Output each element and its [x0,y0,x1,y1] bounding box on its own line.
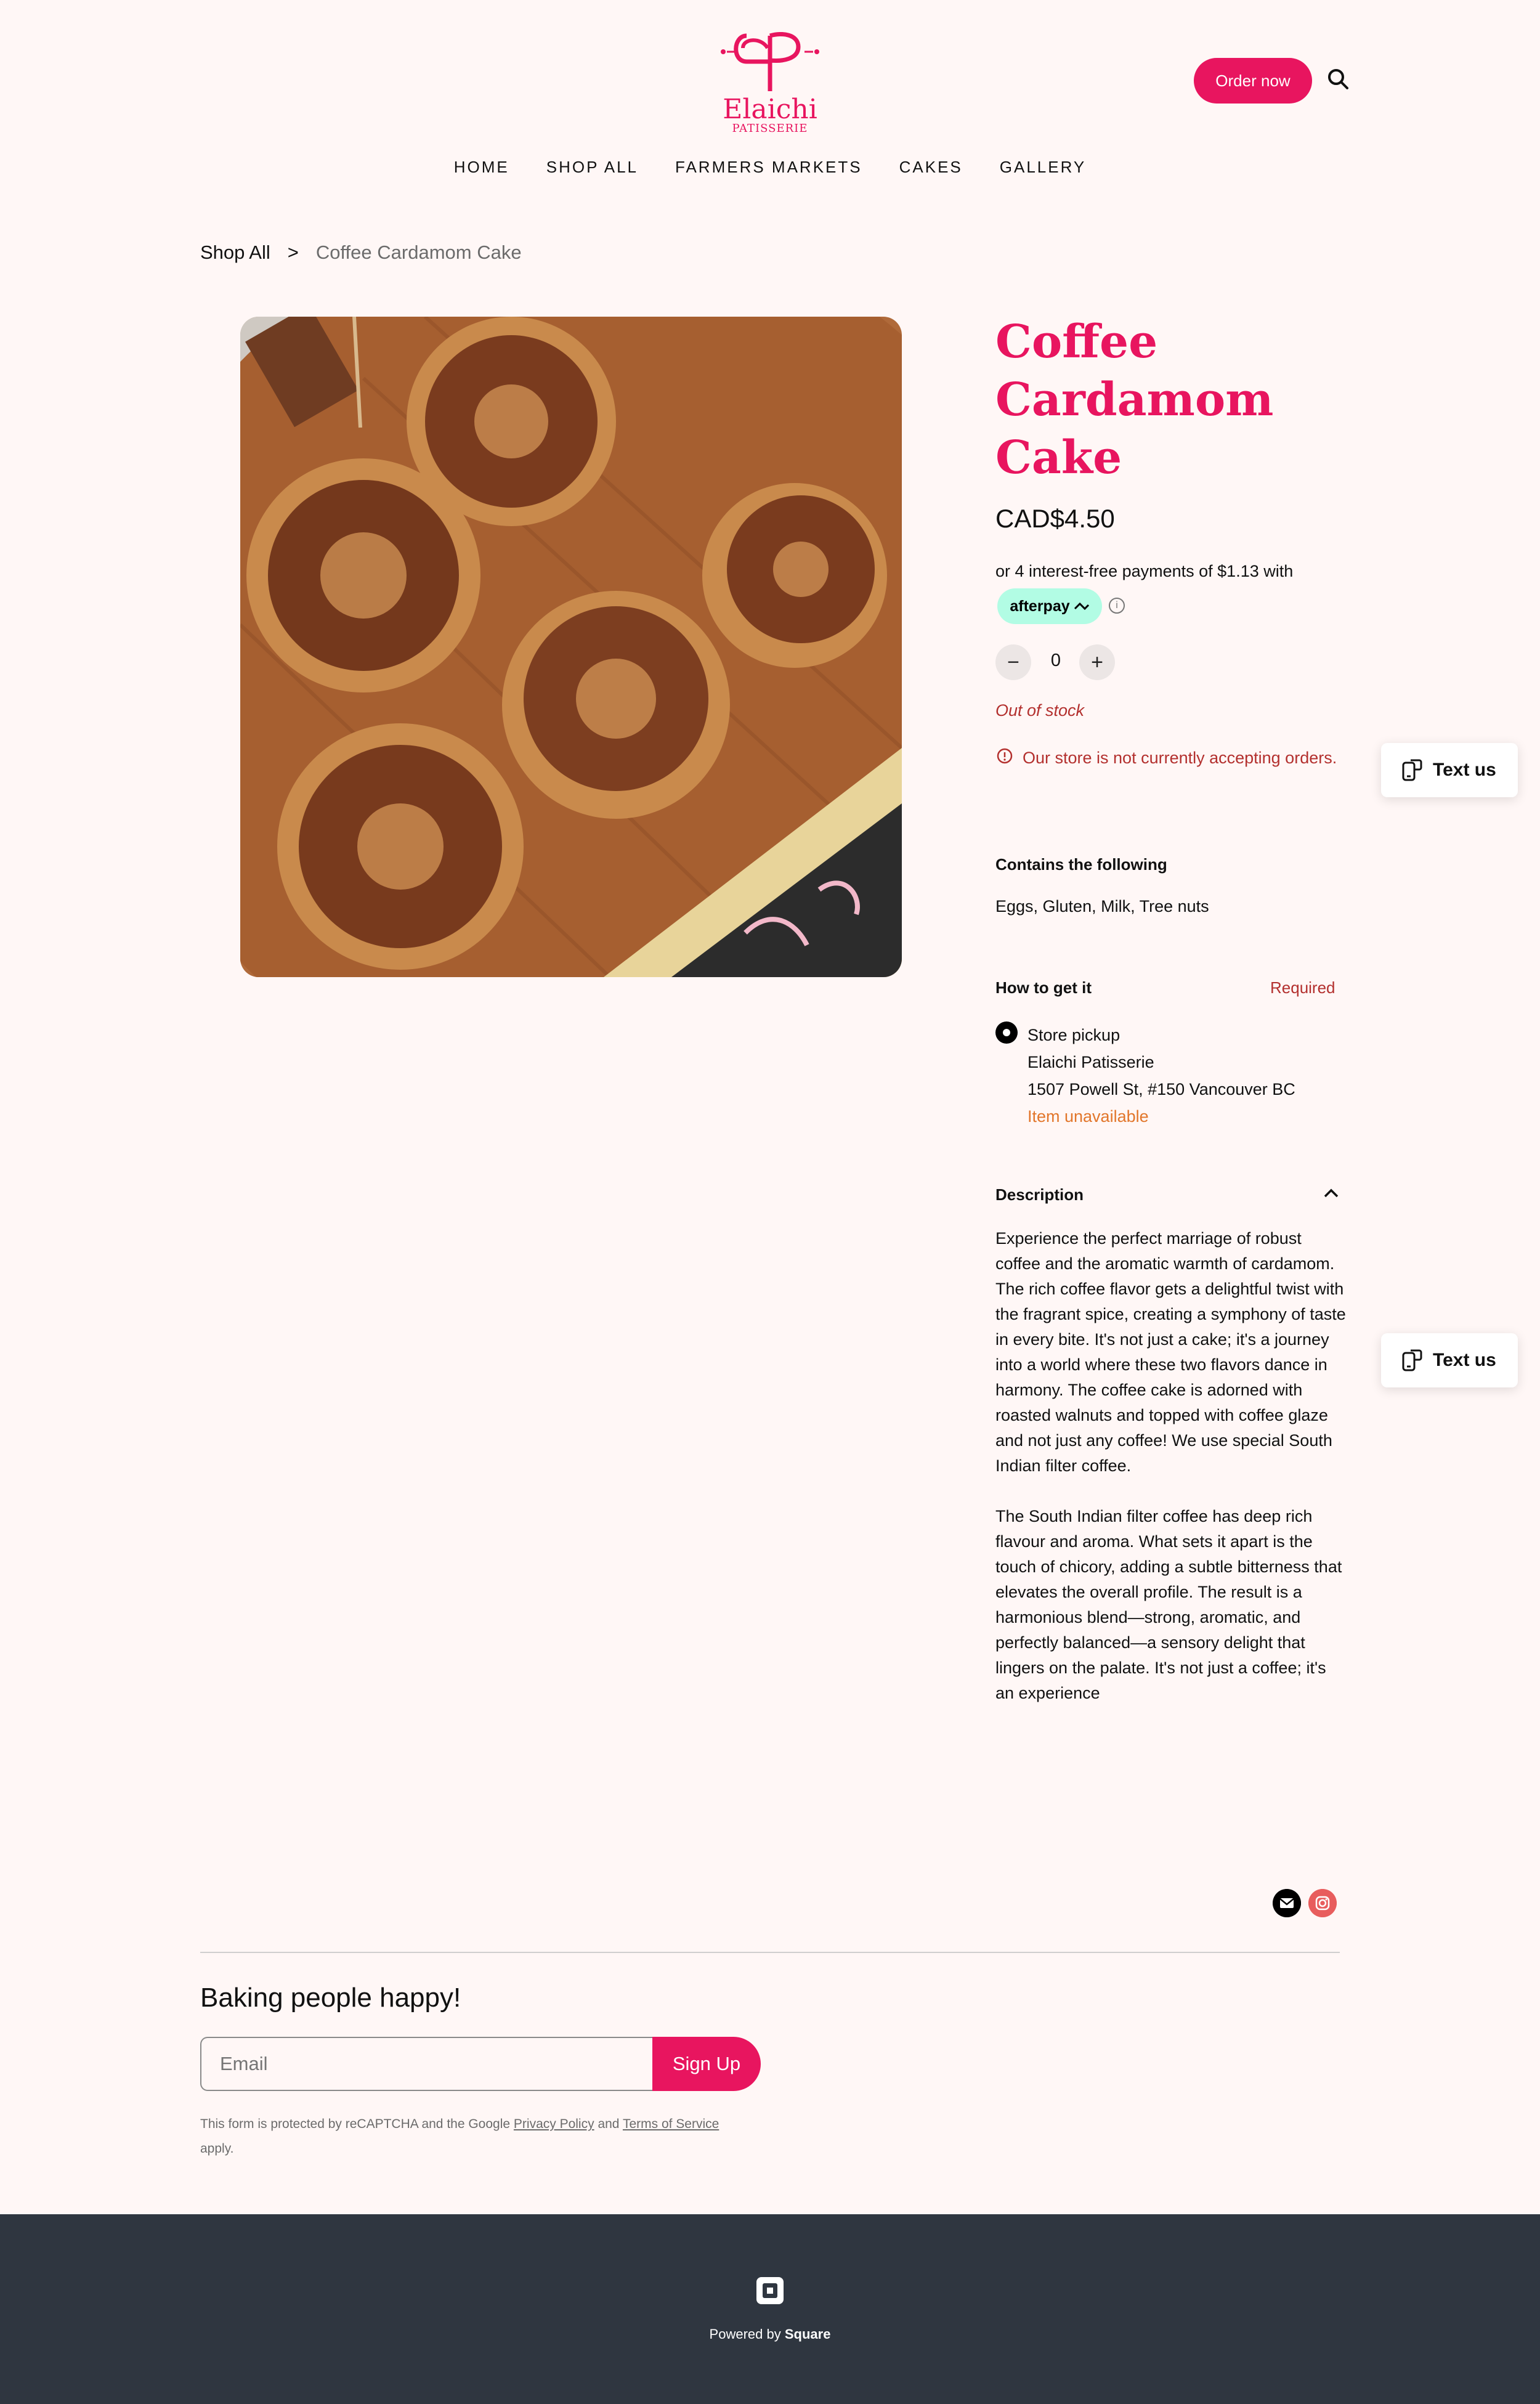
text-us-label: Text us [1433,760,1496,780]
terms-of-service-link[interactable]: Terms of Service [623,2117,719,2131]
afterpay-text: or 4 interest-free payments of $1.13 wit… [995,562,1294,580]
search-icon[interactable] [1326,67,1350,91]
description-paragraph: Experience the perfect marriage of robus… [995,1229,1346,1475]
square-brand: Square [784,2326,831,2342]
breadcrumb-current: Coffee Cardamom Cake [315,242,522,263]
newsletter-tagline: Baking people happy! [200,1983,461,2013]
recaptcha-text: This form is protected by reCAPTCHA and … [200,2117,514,2131]
product-price: CAD$4.50 [995,504,1115,533]
store-name: Elaichi Patisserie [1027,1053,1154,1071]
store-pickup-radio[interactable] [995,1021,1018,1044]
product-title: Coffee Cardamom Cake [995,315,1274,484]
recaptcha-notice: This form is protected by reCAPTCHA and … [200,2112,755,2161]
nav-shop-all[interactable]: SHOP ALL [546,158,638,177]
chat-phone-icon [1402,1349,1422,1371]
brand-logo[interactable] [708,23,832,97]
breadcrumb-shop-all[interactable]: Shop All [200,242,270,264]
chat-phone-icon [1402,759,1422,781]
nav-farmers-markets[interactable]: FARMERS MARKETS [675,158,862,177]
powered-by-square[interactable]: Powered by Square [0,2326,1540,2342]
footer [0,2214,1540,2404]
quantity-increase-button[interactable]: + [1079,644,1115,680]
instagram-icon[interactable] [1308,1889,1337,1917]
recaptcha-apply: apply. [200,2142,234,2156]
quantity-decrease-button[interactable]: − [995,644,1031,680]
text-us-label: Text us [1433,1350,1496,1370]
square-logo-icon[interactable] [755,2276,785,2305]
footer-divider [200,1952,1340,1953]
brand-name: Elaichi [723,94,817,125]
text-us-button[interactable]: Text us [1381,743,1518,797]
privacy-policy-link[interactable]: Privacy Policy [514,2117,594,2131]
breadcrumb-separator: > [287,242,299,263]
powered-by-text: Powered by [709,2326,785,2342]
pickup-status: Item unavailable [1027,1107,1149,1126]
info-icon[interactable]: i [1109,598,1125,614]
description-body: Experience the perfect marriage of robus… [995,1226,1347,1706]
store-closed-warning: Our store is not currently accepting ord… [1023,749,1337,767]
text-us-button[interactable]: Text us [1381,1333,1518,1387]
description-paragraph: The South Indian filter coffee has deep … [995,1507,1342,1702]
nav-home[interactable]: HOME [454,158,509,177]
afterpay-badge[interactable]: afterpay [997,588,1102,624]
brand-subtitle: PATISSERIE [732,122,808,135]
nav-cakes[interactable]: CAKES [899,158,963,177]
pickup-option[interactable]: Store pickup [1027,1021,1295,1049]
nav-gallery[interactable]: GALLERY [1000,158,1086,177]
description-heading[interactable]: Description [995,1185,1084,1204]
email-icon[interactable] [1273,1889,1301,1917]
stock-status: Out of stock [995,701,1085,720]
email-input[interactable] [200,2037,654,2091]
chevron-up-icon[interactable] [1321,1183,1342,1204]
required-label: Required [1270,978,1335,997]
pickup-details: Store pickup Elaichi Patisserie 1507 Pow… [1027,1021,1295,1130]
store-address: 1507 Powell St, #150 Vancouver BC [1027,1080,1295,1098]
allergens: Eggs, Gluten, Milk, Tree nuts [995,897,1209,916]
contains-heading: Contains the following [995,855,1167,874]
quantity-value[interactable]: 0 [1041,651,1071,671]
afterpay-arrows-icon [1074,602,1089,611]
main-nav: HOME SHOP ALL FARMERS MARKETS CAKES GALL… [0,158,1540,177]
alert-icon [997,748,1013,764]
afterpay-label: afterpay [1010,597,1070,615]
recaptcha-and: and [594,2117,623,2131]
breadcrumb: Shop All > Coffee Cardamom Cake [200,242,522,264]
order-now-button[interactable]: Order now [1194,58,1312,104]
sign-up-button[interactable]: Sign Up [652,2037,761,2091]
product-image[interactable] [240,317,902,977]
fulfillment-heading: How to get it [995,978,1092,997]
